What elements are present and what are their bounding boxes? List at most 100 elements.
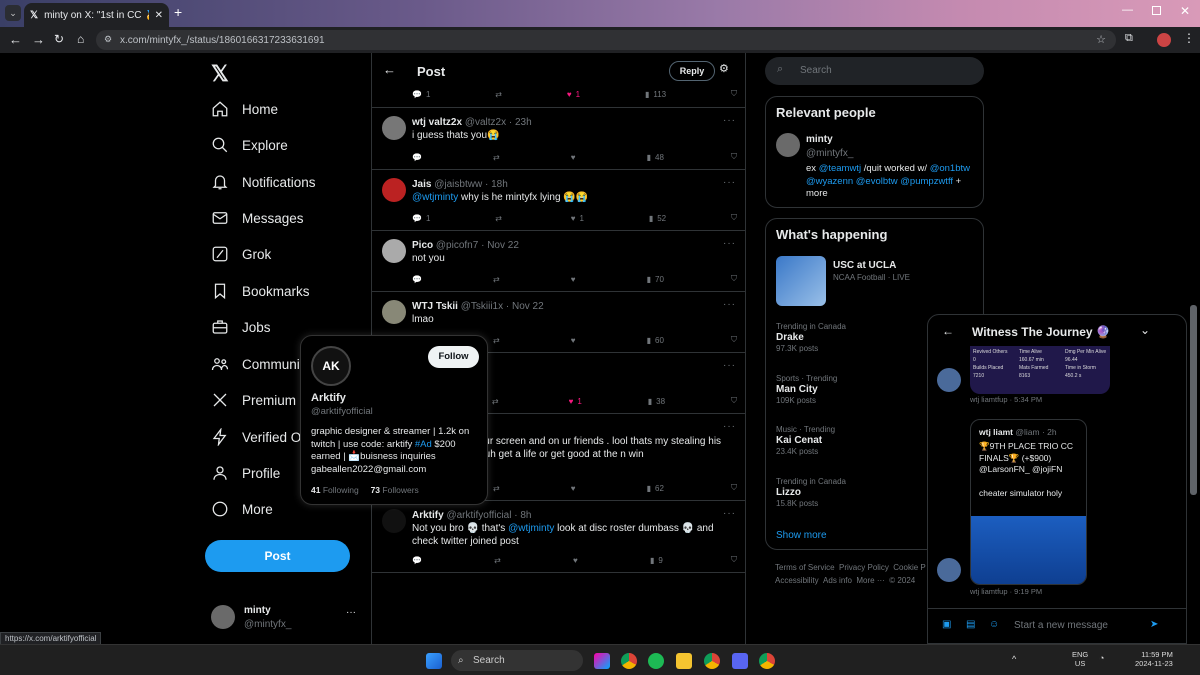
search-box[interactable]: ⌕ Search	[765, 57, 984, 85]
folder-icon[interactable]	[676, 653, 692, 669]
reply-action[interactable]: 💬	[412, 151, 426, 163]
nav-jobs[interactable]: Jobs	[211, 318, 271, 336]
repost-action[interactable]: ⇄	[495, 212, 506, 224]
more-icon[interactable]: ···	[723, 177, 736, 188]
account-switcher[interactable]: minty @mintyfx_ ···	[211, 603, 361, 631]
like-action[interactable]: ♥	[571, 151, 580, 163]
bookmark-action[interactable]: ⛉	[731, 395, 737, 407]
close-window-button[interactable]: ✕	[1180, 4, 1190, 18]
views-action[interactable]: ▮ 60	[647, 334, 664, 346]
more-icon[interactable]: ···	[723, 115, 736, 126]
footer-link[interactable]: Privacy Policy	[839, 563, 889, 572]
views-action[interactable]: ▮ 9	[650, 554, 663, 566]
nav-profile[interactable]: Profile	[211, 464, 280, 482]
person-name[interactable]: minty	[806, 134, 833, 145]
taskbar-search[interactable]: ⌕ Search	[451, 650, 583, 671]
wifi-icon[interactable]: ◔	[1099, 653, 1104, 663]
clock[interactable]: 11:59 PM 2024-11-23	[1135, 650, 1173, 668]
tweet-author[interactable]: WTJ Tskii @Tskiii1x · Nov 22	[412, 301, 544, 312]
nav-notifications[interactable]: Notifications	[211, 173, 316, 191]
avatar[interactable]	[382, 300, 406, 324]
follow-button[interactable]: Follow	[428, 346, 479, 368]
views-action[interactable]: ▮ 70	[647, 273, 664, 285]
bookmark-action[interactable]: ⛉	[731, 212, 737, 224]
post-button[interactable]: Post	[205, 540, 350, 572]
avatar[interactable]	[382, 239, 406, 263]
copilot-icon[interactable]	[594, 653, 610, 669]
nav-more[interactable]: More	[211, 500, 273, 518]
hover-name[interactable]: Arktify	[311, 392, 346, 404]
bookmark-action[interactable]: ⛉	[731, 554, 737, 566]
repost-action[interactable]: ⇄	[495, 89, 502, 99]
back-icon[interactable]: ←	[9, 32, 22, 47]
close-tab-icon[interactable]: ✕	[155, 10, 163, 21]
quoted-post[interactable]: wtj liamt @liam · 2h 🏆9TH PLACE TRIO CC …	[970, 419, 1087, 585]
footer-link[interactable]: Ads info	[823, 576, 852, 585]
nav-premium[interactable]: Premium	[211, 391, 296, 409]
chrome-active-icon[interactable]	[759, 653, 775, 669]
address-bar[interactable]: ⚙ x.com/mintyfx_/status/1860166317233631…	[96, 30, 1116, 50]
repost-action[interactable]: ⇄	[493, 151, 504, 163]
chrome-icon[interactable]	[621, 653, 637, 669]
nav-messages[interactable]: Messages	[211, 209, 304, 227]
send-icon[interactable]: ➤	[1150, 619, 1158, 630]
like-action[interactable]: ♥ 1	[571, 212, 584, 224]
avatar[interactable]	[776, 133, 800, 157]
tweet-author[interactable]: Jais @jaisbtww · 18h	[412, 179, 508, 190]
footer-link[interactable]: More ···	[856, 576, 884, 585]
start-icon[interactable]	[426, 653, 442, 669]
more-icon[interactable]: ···	[723, 421, 736, 432]
tweet[interactable]: Pico @picofn7 · Nov 22 ··· not you 💬 ⇄ ♥ ▮ 70 ⛉	[372, 231, 745, 292]
tweet[interactable]: Jais @jaisbtww · 18h ··· @wtjminty why is …	[372, 170, 745, 231]
footer-link[interactable]: Accessibility	[775, 576, 819, 585]
lang-indicator[interactable]: ENG US	[1072, 650, 1088, 668]
arktify-avatar[interactable]: AK	[311, 346, 351, 386]
nav-grok[interactable]: Grok	[211, 245, 271, 263]
minimize-button[interactable]: —	[1122, 4, 1133, 16]
event-title[interactable]: USC at UCLA	[833, 260, 896, 271]
avatar[interactable]	[382, 509, 406, 533]
repost-action[interactable]: ⇄	[493, 334, 504, 346]
spotify-icon[interactable]	[648, 653, 664, 669]
like-action[interactable]: ♥	[571, 482, 580, 494]
like-action[interactable]: ♥	[573, 554, 582, 566]
views-action[interactable]: ▮ 48	[647, 151, 664, 163]
more-icon[interactable]: ···	[723, 299, 736, 310]
reload-icon[interactable]: ↻	[54, 32, 64, 46]
avatar[interactable]	[382, 178, 406, 202]
tray-chevron-icon[interactable]: ^	[1012, 654, 1016, 664]
more-icon[interactable]: ···	[723, 508, 736, 519]
discord-icon[interactable]	[732, 653, 748, 669]
like-action[interactable]: ♥ 1	[567, 89, 580, 99]
site-info-icon[interactable]: ⚙	[104, 34, 112, 45]
account-more-icon[interactable]: ···	[346, 607, 356, 618]
bookmark-action[interactable]: ⛉	[731, 273, 737, 285]
reply-action[interactable]: 💬 1	[412, 212, 430, 224]
bookmark-star-icon[interactable]: ☆	[1096, 33, 1106, 46]
footer-link[interactable]: Terms of Service	[775, 563, 835, 572]
image-icon[interactable]: ▣	[942, 619, 951, 630]
more-icon[interactable]: ···	[723, 238, 736, 249]
tab-menu-button[interactable]: ⌄	[5, 5, 21, 21]
views-action[interactable]: ▮ 113	[645, 89, 666, 99]
repost-action[interactable]: ⇄	[492, 395, 503, 407]
new-tab-button[interactable]: +	[174, 4, 182, 20]
show-more-link[interactable]: Show more	[776, 530, 827, 541]
gif-icon[interactable]: ▤	[966, 619, 975, 630]
repost-action[interactable]: ⇄	[494, 554, 505, 566]
reply-button[interactable]: Reply	[669, 61, 715, 81]
page-scrollbar[interactable]	[1190, 305, 1197, 495]
like-action[interactable]: ♥	[571, 334, 580, 346]
nav-bookmarks[interactable]: Bookmarks	[211, 282, 310, 300]
following-link[interactable]: Following	[323, 485, 359, 495]
extensions-icon[interactable]: ⧉	[1125, 32, 1133, 45]
tweet-author[interactable]: Pico @picofn7 · Nov 22	[412, 240, 519, 251]
tweet-author[interactable]: wtj valtz2x @valtz2x · 23h	[412, 117, 532, 128]
emoji-icon[interactable]: ☺	[989, 619, 999, 630]
reply-action[interactable]: 💬	[412, 554, 426, 566]
nav-explore[interactable]: Explore	[211, 136, 288, 154]
home-browser-icon[interactable]: ⌂	[77, 32, 84, 46]
back-arrow-icon[interactable]: ←	[383, 62, 396, 77]
like-action[interactable]: ♥	[571, 273, 580, 285]
active-tab[interactable]: 𝕏 minty on X: "1st in CC 🏅 http: ✕	[24, 3, 169, 27]
